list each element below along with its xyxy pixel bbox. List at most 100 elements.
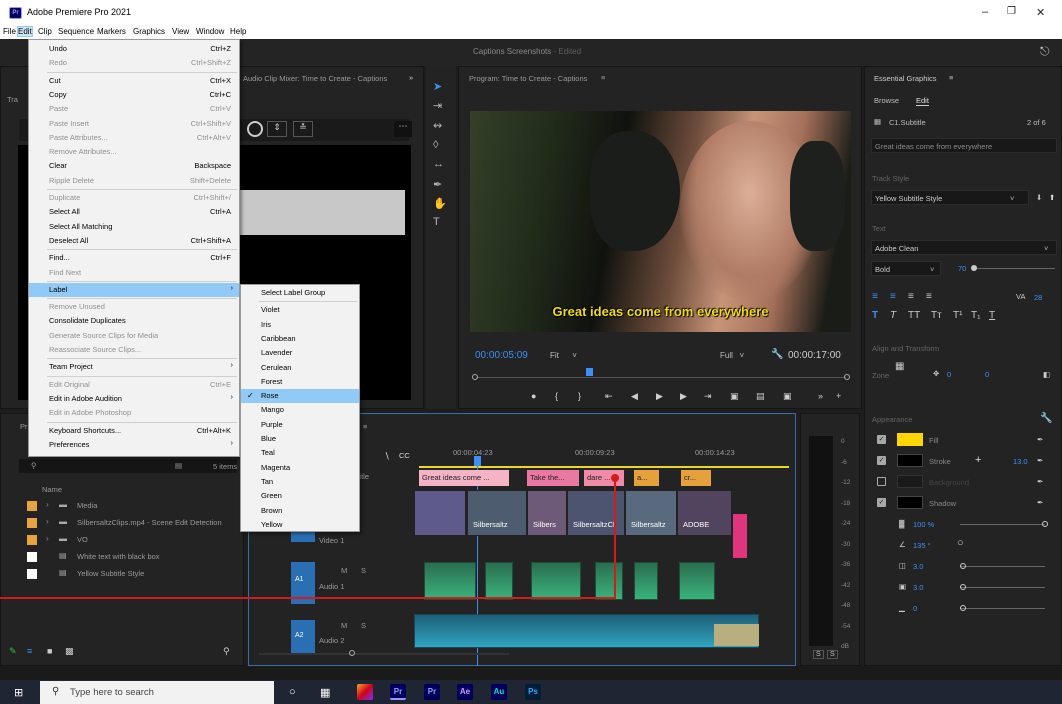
premiere-rush-icon[interactable]: Pr — [424, 684, 440, 700]
add-stroke-icon[interactable]: + — [975, 454, 981, 466]
fill-checkbox[interactable]: ✓ — [877, 435, 886, 444]
disclosure-icon[interactable]: › — [46, 534, 49, 543]
mark-in-icon[interactable]: { — [555, 391, 558, 401]
label-item-mango[interactable]: Mango — [241, 403, 359, 417]
edit-menu-item-paste-insert[interactable]: Paste Insert Ctrl+Shift+V — [29, 117, 239, 131]
music-clip[interactable] — [414, 614, 759, 648]
mark-out-icon[interactable]: } — [578, 391, 581, 401]
new-bin-icon[interactable]: ▤ — [175, 461, 182, 470]
tracking-value[interactable]: 28 — [1034, 293, 1042, 302]
angle-value[interactable]: 135 ° — [913, 541, 931, 550]
add-marker-icon[interactable]: ● — [531, 391, 536, 401]
fill-eyedropper-icon[interactable]: ✒ — [1037, 435, 1043, 444]
fit-height-icon[interactable]: ⇕ — [267, 121, 287, 137]
video-clip-end[interactable] — [733, 514, 747, 558]
a2-track-target[interactable]: A2 — [291, 620, 315, 654]
stroke-width-value[interactable]: 13.0 — [1013, 457, 1028, 466]
label-item-caribbean[interactable]: Caribbean — [241, 332, 359, 346]
distance-slider[interactable] — [960, 566, 1045, 567]
weight-select[interactable]: Bold ˅ — [871, 261, 941, 276]
distance-handle[interactable] — [960, 563, 966, 569]
audio-clip-5[interactable] — [634, 562, 658, 600]
blur-handle[interactable] — [960, 605, 966, 611]
project-item[interactable]: ▤ Yellow Subtitle Style — [19, 566, 243, 582]
project-item[interactable]: ▤ White text with black box — [19, 549, 243, 565]
tracking-icon[interactable]: VA — [1016, 292, 1025, 301]
shadow-size-value[interactable]: 3.0 — [913, 583, 923, 592]
edit-menu-item-generate-source-clips-for-media[interactable]: Generate Source Clips for Media — [29, 329, 239, 343]
project-item[interactable]: ▬ › Media — [19, 498, 243, 514]
edit-menu-item-preferences[interactable]: Preferences › — [29, 438, 239, 452]
edit-menu-item-redo[interactable]: Redo Ctrl+Shift+Z — [29, 56, 239, 70]
edit-menu-item-ripple-delete[interactable]: Ripple Delete Shift+Delete — [29, 174, 239, 188]
wrench-timeline-icon[interactable]: ∖ — [384, 451, 390, 462]
edit-menu-item-paste[interactable]: Paste Ctrl+V — [29, 102, 239, 116]
push-style-icon[interactable]: ⬇ — [1036, 193, 1042, 202]
camera-icon[interactable]: ▣ — [783, 391, 792, 402]
shadow-eyedropper-icon[interactable]: ✒ — [1037, 498, 1043, 507]
ripple-edit-icon[interactable]: ↭ — [433, 119, 442, 132]
opacity-handle[interactable] — [1042, 521, 1048, 527]
label-item-magenta[interactable]: Magenta — [241, 461, 359, 475]
label-item-rose[interactable]: ✓ Rose — [241, 389, 359, 404]
underline-icon[interactable]: T — [989, 310, 995, 321]
taskbar-search-input[interactable]: ⚲ Type here to search — [40, 681, 274, 704]
label-item-forest[interactable]: Forest — [241, 375, 359, 389]
edit-menu-item-undo[interactable]: Undo Ctrl+Z — [29, 42, 239, 56]
go-to-in-icon[interactable]: ⇤ — [605, 391, 613, 402]
freeform-view-icon[interactable]: ▩ — [65, 646, 74, 657]
edit-menu-item-remove-unused[interactable]: Remove Unused — [29, 300, 239, 314]
music-clip-tail[interactable] — [714, 624, 759, 646]
project-tab[interactable]: Pr — [20, 422, 28, 431]
track-select-icon[interactable]: ⇥ — [433, 99, 442, 112]
premiere-taskbar-icon[interactable]: Pr — [390, 684, 406, 700]
video-clip-3[interactable]: Silbers — [527, 490, 567, 536]
step-back-icon[interactable]: ◀ — [631, 391, 638, 402]
layer-text-field[interactable]: Great ideas come from everywhere — [871, 138, 1057, 153]
solo-right[interactable]: S — [827, 650, 838, 659]
blur-slider[interactable] — [960, 608, 1045, 609]
label-item-purple[interactable]: Purple — [241, 418, 359, 432]
font-select[interactable]: Adobe Clean ˅ — [871, 240, 1057, 255]
caption-clip-1[interactable]: Great ideas come ... — [419, 470, 509, 486]
align-objects-icon[interactable]: ◧ — [1043, 370, 1050, 379]
caption-clip-2[interactable]: Take the... — [527, 470, 579, 486]
audio-clip-3[interactable] — [531, 562, 581, 600]
edit-menu-item-consolidate-duplicates[interactable]: Consolidate Duplicates — [29, 314, 239, 328]
project-search-input[interactable] — [19, 459, 237, 473]
fill-color-swatch[interactable] — [897, 433, 923, 446]
wrench-icon[interactable]: 🔧 — [771, 349, 783, 360]
label-item-lavender[interactable]: Lavender — [241, 346, 359, 360]
shadow-size-slider[interactable] — [960, 587, 1045, 588]
opacity-value[interactable]: 100 % — [913, 520, 934, 529]
video-clip-6[interactable]: ADOBE — [677, 490, 732, 536]
program-timecode[interactable]: 00:00:05:09 — [475, 350, 528, 361]
stroke-eyedropper-icon[interactable]: ✒ — [1037, 456, 1043, 465]
project-search-icon[interactable]: ⚲ — [31, 461, 37, 470]
edit-menu-item-edit-in-adobe-audition[interactable]: Edit in Adobe Audition › — [29, 392, 239, 406]
angle-dial-icon[interactable]: ○ — [957, 537, 964, 549]
shadow-size-handle[interactable] — [960, 584, 966, 590]
edit-menu-item-select-all-matching[interactable]: Select All Matching — [29, 220, 239, 234]
audition-icon[interactable]: Au — [491, 684, 507, 700]
subscript-icon[interactable]: T₁ — [971, 310, 980, 321]
label-item-blue[interactable]: Blue — [241, 432, 359, 446]
edit-menu-item-cut[interactable]: Cut Ctrl+X — [29, 74, 239, 88]
shadow-checkbox[interactable]: ✓ — [877, 498, 886, 507]
stroke-color-swatch[interactable] — [897, 454, 923, 467]
add-button-icon[interactable]: + — [836, 391, 841, 401]
label-color-swatch[interactable] — [27, 535, 37, 545]
maximize-icon[interactable]: ❐ — [1007, 6, 1016, 17]
pencil-icon[interactable]: ✎ — [9, 646, 17, 657]
font-size-slider[interactable] — [975, 268, 1055, 269]
project-item[interactable]: ▬ › VO — [19, 532, 243, 548]
caption-clip-4[interactable]: a... — [634, 470, 659, 486]
icon-view-icon[interactable]: ■ — [47, 646, 52, 656]
edit-menu-item-label[interactable]: Label › — [29, 282, 239, 297]
audio-clip-6[interactable] — [679, 562, 715, 600]
label-color-swatch[interactable] — [27, 552, 37, 562]
edit-menu-item-reassociate-source-clips[interactable]: Reassociate Source Clips... — [29, 343, 239, 357]
timeline-menu-icon[interactable]: ≡ — [363, 422, 367, 431]
pos-x-value[interactable]: 0 — [947, 370, 951, 379]
more-icon[interactable]: ⋯ — [394, 121, 412, 137]
